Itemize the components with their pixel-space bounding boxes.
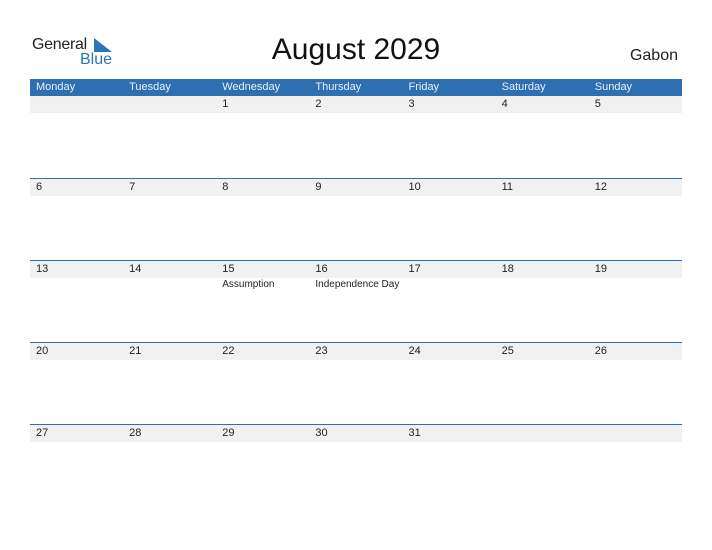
event-row: Assumption Independence Day [30, 278, 682, 291]
day-cell: 2 [315, 98, 322, 110]
day-cell: 17 [408, 263, 421, 275]
day-cell: 8 [222, 181, 229, 193]
day-cell: 25 [501, 345, 514, 357]
weekday-monday: Monday [36, 81, 76, 93]
day-cell: 24 [408, 345, 421, 357]
week-row-5: 27 28 29 30 31 [30, 424, 682, 506]
week-row-3: 13 14 15 16 17 18 19 Assumption Independ… [30, 260, 682, 342]
day-cell: 3 [408, 98, 415, 110]
date-row: 6 7 8 9 10 11 12 [30, 179, 682, 196]
day-cell: 27 [36, 427, 49, 439]
day-cell [589, 425, 682, 442]
holiday-label [123, 278, 216, 291]
day-cell: 16 [315, 263, 328, 275]
date-row: 13 14 15 16 17 18 19 [30, 261, 682, 278]
week-row-1: 1 2 3 4 5 [30, 96, 682, 178]
day-cell: 30 [315, 427, 328, 439]
day-cell: 23 [315, 345, 328, 357]
day-cell: 6 [36, 181, 43, 193]
day-cell: 26 [594, 345, 607, 357]
date-row: 1 2 3 4 5 [30, 96, 682, 113]
day-cell: 11 [501, 181, 514, 193]
holiday-label [496, 278, 589, 291]
weekday-header: Monday Tuesday Wednesday Thursday Friday… [30, 79, 682, 96]
day-cell: 19 [594, 263, 607, 275]
day-cell: 22 [222, 345, 235, 357]
weekday-wednesday: Wednesday [222, 81, 281, 93]
date-row: 27 28 29 30 31 [30, 425, 682, 442]
day-cell [30, 96, 123, 113]
day-cell: 12 [594, 181, 607, 193]
holiday-label [30, 278, 123, 291]
day-cell [496, 425, 589, 442]
day-cell: 29 [222, 427, 235, 439]
day-cell: 15 [222, 263, 235, 275]
calendar-grid: Monday Tuesday Wednesday Thursday Friday… [30, 79, 682, 506]
week-row-4: 20 21 22 23 24 25 26 [30, 342, 682, 424]
day-cell: 10 [408, 181, 421, 193]
country-label: Gabon [629, 47, 678, 64]
holiday-label [403, 278, 496, 291]
day-cell: 7 [129, 181, 136, 193]
weekday-friday: Friday [408, 81, 440, 93]
day-cell: 21 [129, 345, 142, 357]
day-cell [123, 96, 216, 113]
weekday-saturday: Saturday [501, 81, 546, 93]
holiday-independence-day: Independence Day [315, 279, 400, 290]
day-cell: 18 [501, 263, 514, 275]
day-cell: 13 [36, 263, 49, 275]
holiday-label [589, 278, 682, 291]
week-row-2: 6 7 8 9 10 11 12 [30, 178, 682, 260]
weekday-sunday: Sunday [594, 81, 633, 93]
day-cell: 9 [315, 181, 322, 193]
weekday-thursday: Thursday [315, 81, 362, 93]
date-row: 20 21 22 23 24 25 26 [30, 343, 682, 360]
day-cell: 1 [222, 98, 229, 110]
day-cell: 4 [501, 98, 508, 110]
calendar-title: August 2029 [271, 33, 441, 66]
weekday-tuesday: Tuesday [129, 81, 171, 93]
day-cell: 31 [408, 427, 421, 439]
holiday-assumption: Assumption [222, 279, 275, 290]
day-cell: 28 [129, 427, 142, 439]
day-cell: 14 [129, 263, 142, 275]
day-cell: 20 [36, 345, 49, 357]
day-cell: 5 [594, 98, 601, 110]
